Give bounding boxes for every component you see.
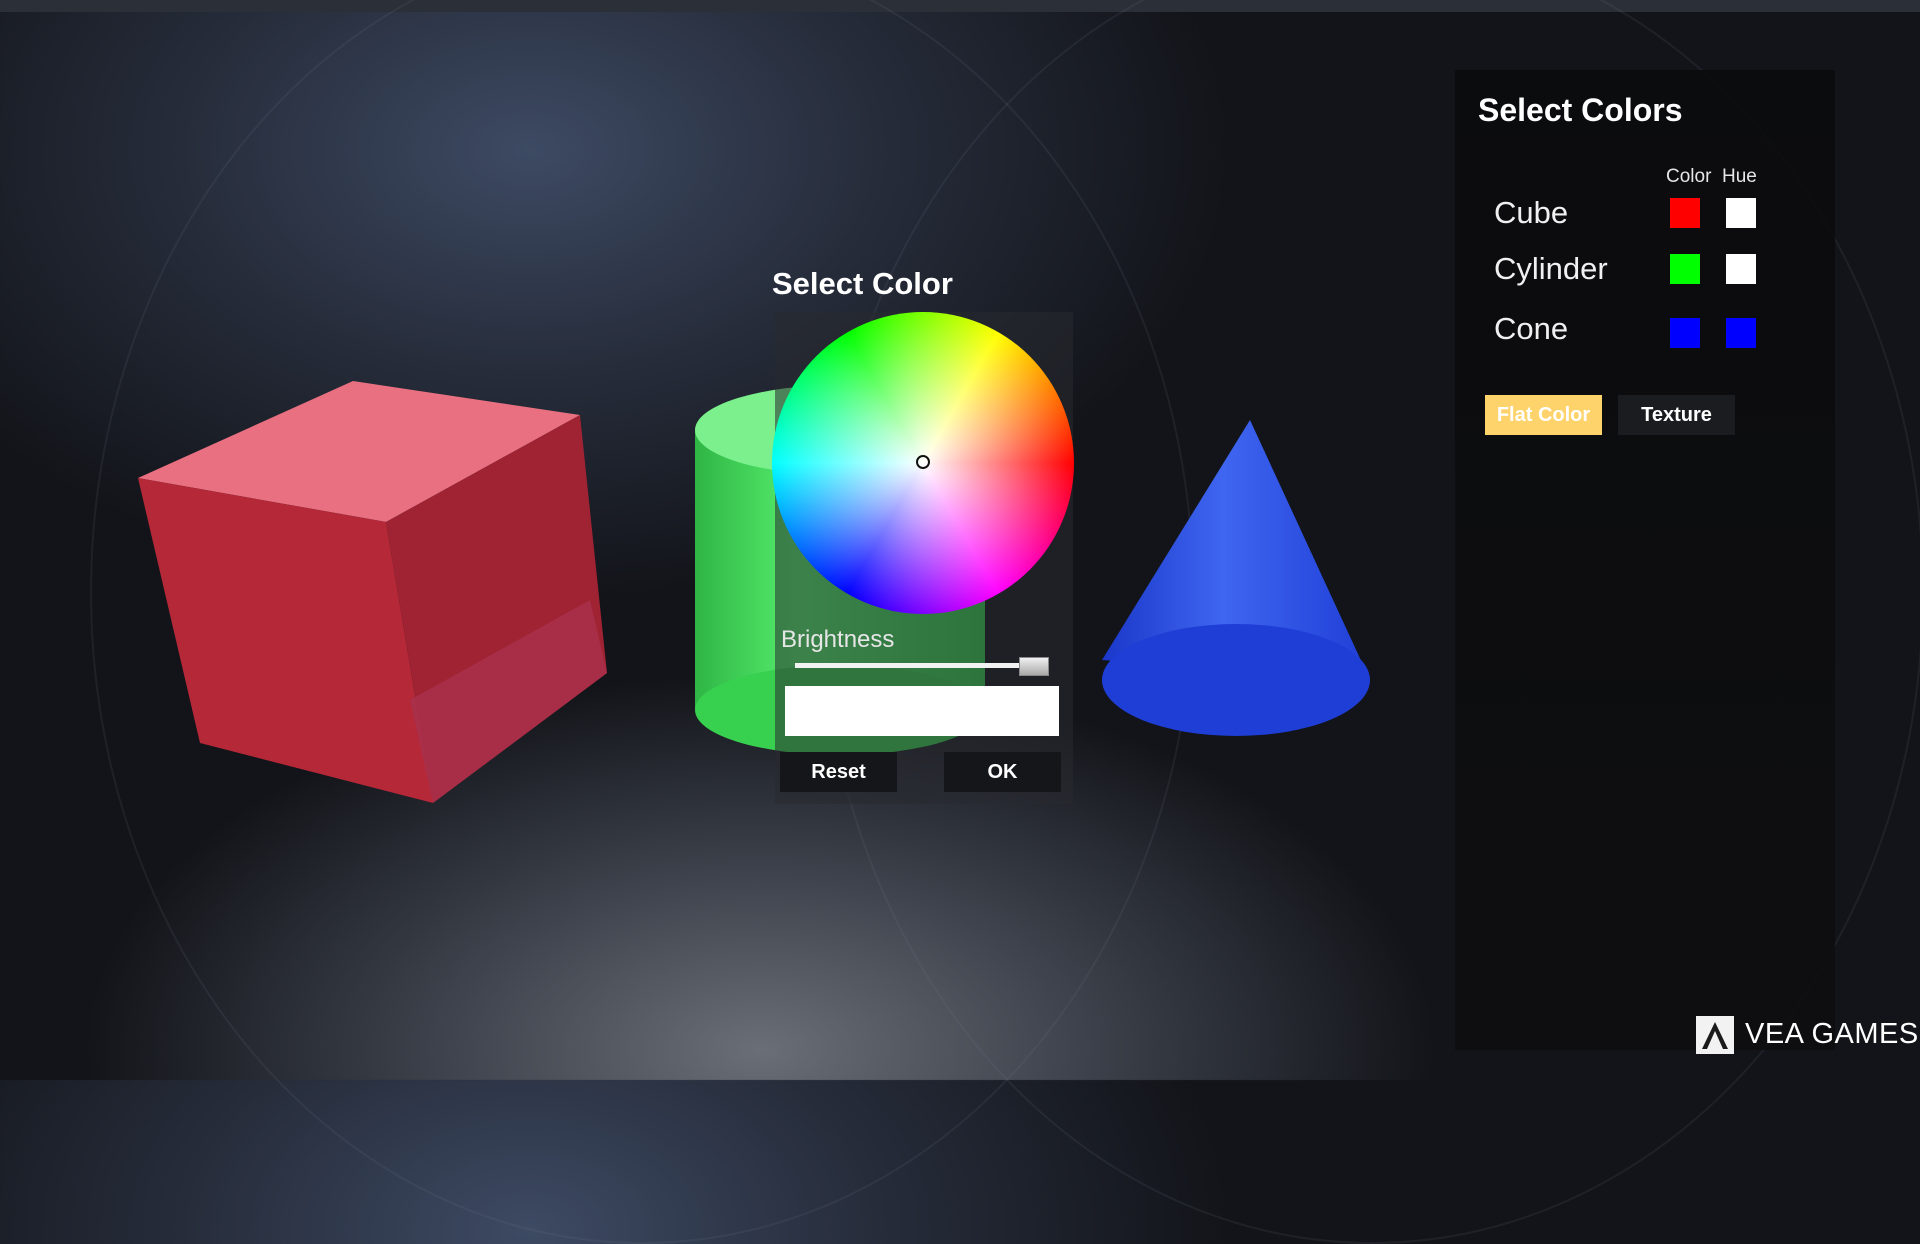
cylinder-label: Cylinder (1494, 251, 1608, 286)
brightness-slider-track[interactable] (795, 663, 1037, 668)
cone-object[interactable] (1102, 420, 1370, 736)
reset-button[interactable]: Reset (780, 752, 897, 792)
color-preview-box (785, 686, 1059, 736)
flat-color-button[interactable]: Flat Color (1485, 395, 1602, 435)
brightness-slider-thumb[interactable] (1018, 657, 1049, 676)
cube-object[interactable] (138, 381, 607, 803)
cone-color-swatch[interactable] (1670, 318, 1700, 348)
panel-title: Select Colors (1478, 92, 1683, 128)
cone-base (1102, 624, 1370, 736)
cone-label: Cone (1494, 311, 1569, 346)
cylinder-hue-swatch[interactable] (1726, 254, 1756, 284)
color-wheel-cursor-icon[interactable] (916, 455, 930, 469)
vea-logo-icon (1696, 1016, 1734, 1054)
cylinder-color-swatch[interactable] (1670, 254, 1700, 284)
dialog-title: Select Color (772, 266, 953, 301)
cube-label: Cube (1494, 195, 1569, 230)
cube-hue-swatch[interactable] (1726, 198, 1756, 228)
hue-column-header: Hue (1722, 166, 1757, 187)
ok-button[interactable]: OK (944, 752, 1061, 792)
logo-text: VEA GAMES (1745, 1018, 1919, 1050)
cone-hue-swatch[interactable] (1726, 318, 1756, 348)
brightness-label: Brightness (781, 626, 895, 653)
cube-color-swatch[interactable] (1670, 198, 1700, 228)
color-column-header: Color (1666, 166, 1712, 187)
texture-button[interactable]: Texture (1618, 395, 1735, 435)
